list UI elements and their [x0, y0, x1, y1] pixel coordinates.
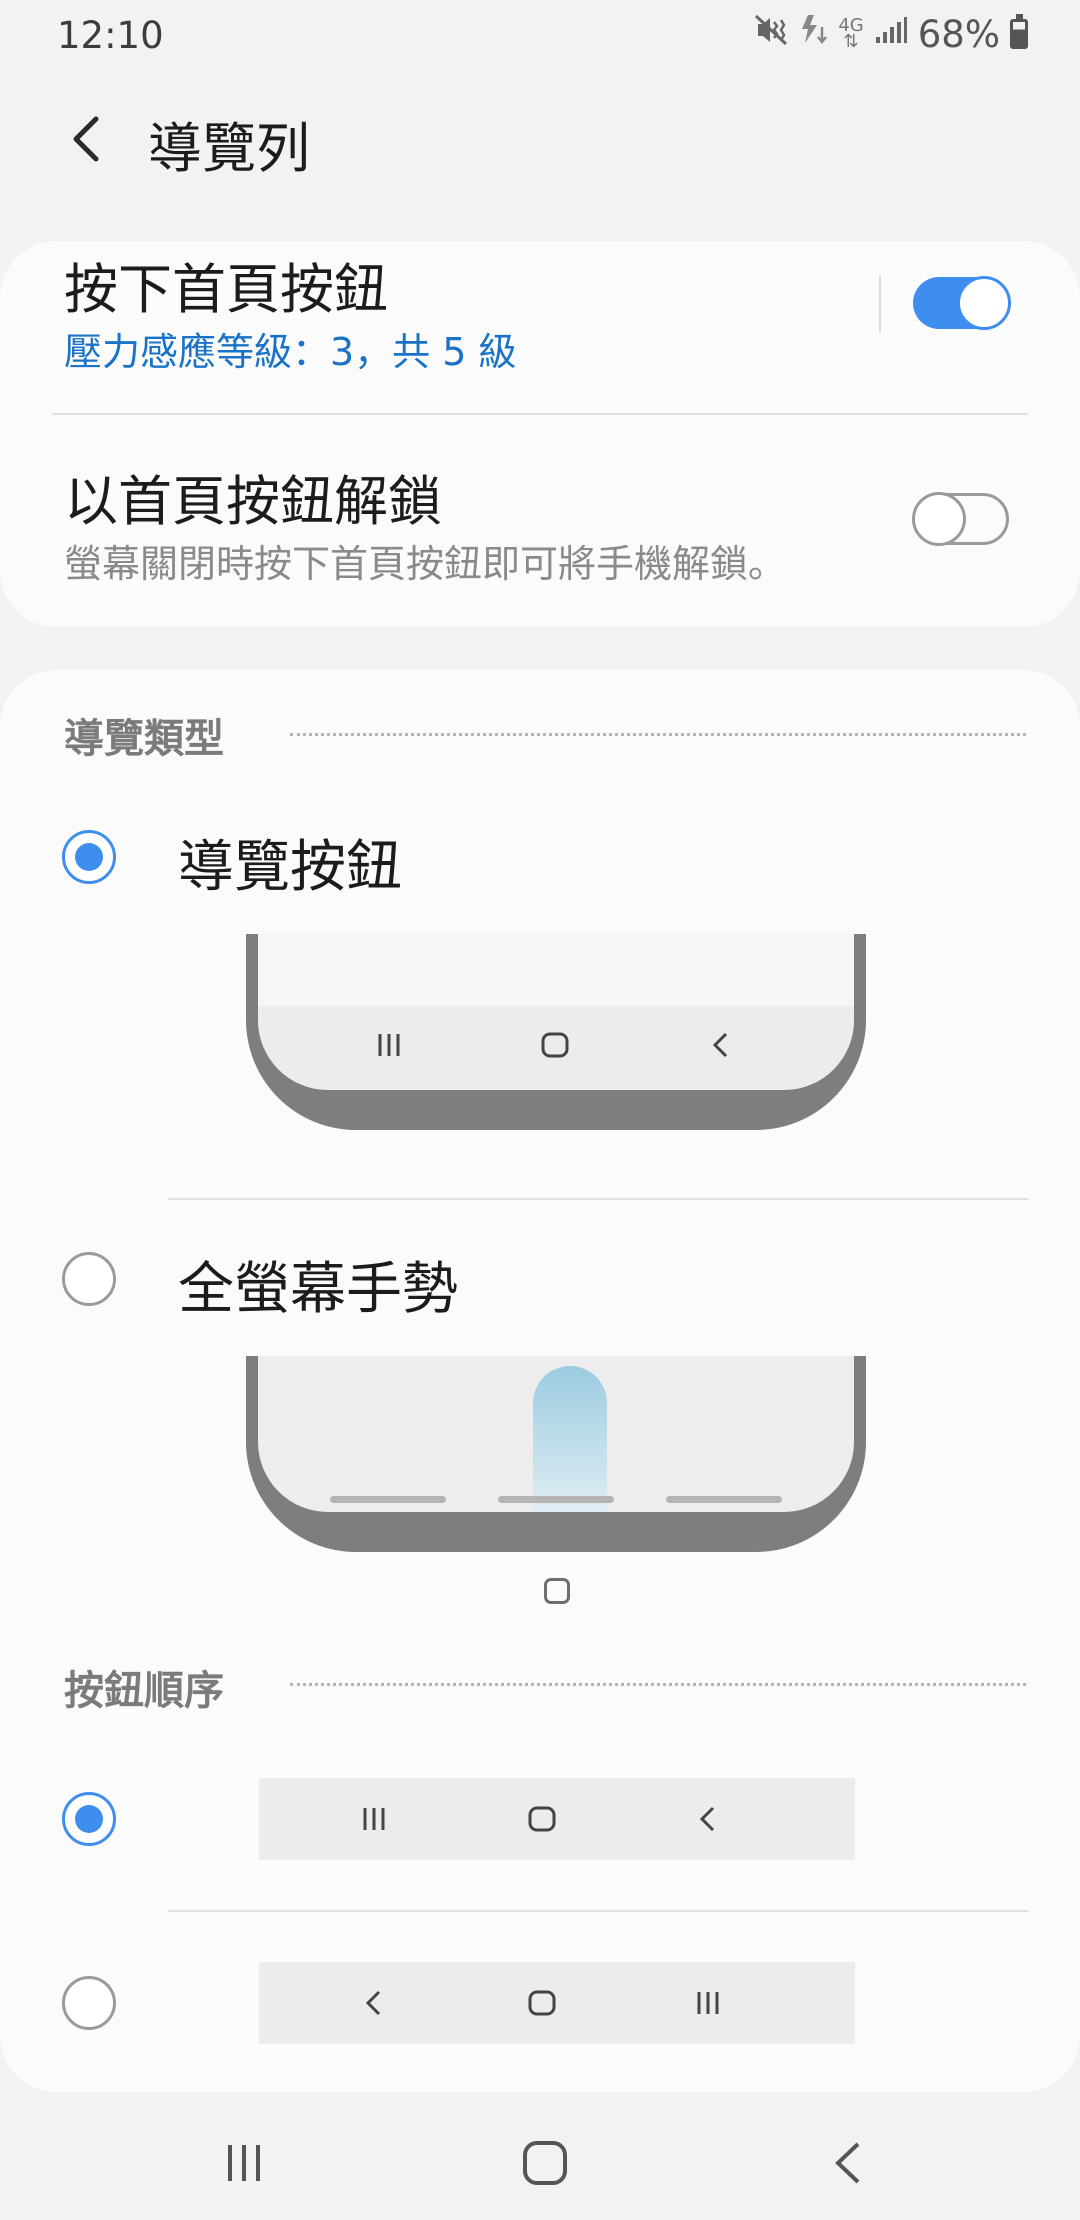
press-home-title: 按下首頁按鈕 [64, 258, 388, 321]
recents-icon [374, 1030, 404, 1060]
data-activity-icon [798, 13, 828, 55]
recents-icon [359, 1804, 389, 1834]
press-home-toggle[interactable] [913, 276, 1011, 330]
network-label: 4G [838, 15, 864, 36]
battery-icon [1010, 14, 1028, 49]
app-header: 導覽列 [0, 90, 1080, 190]
mute-vibrate-icon [754, 14, 788, 54]
gesture-bar-left [330, 1496, 446, 1503]
unlock-home-subtitle: 螢幕關閉時按下首頁按鈕即可將手機解鎖。 [64, 542, 787, 586]
phone-screen [258, 934, 854, 1090]
network-4g-icon: 4G ⇅ [838, 15, 864, 52]
home-icon [540, 1030, 570, 1060]
status-bar: 12:10 4G ⇅ 68% [0, 0, 1080, 72]
phone-screen [258, 1356, 854, 1512]
signal-icon [874, 15, 908, 53]
row-divider-vertical [879, 275, 881, 333]
home-icon [527, 1804, 557, 1834]
order-option-2-radio[interactable] [62, 1976, 116, 2030]
gesture-bar-right [666, 1496, 782, 1503]
nav-type-header: 導覽類型 [64, 716, 224, 762]
home-hint-icon [544, 1578, 570, 1604]
divider [168, 1198, 1028, 1200]
toggle-knob [912, 492, 966, 546]
gesture-bar-center [498, 1496, 614, 1503]
gestures-preview[interactable] [246, 1356, 866, 1552]
back-icon [359, 1988, 389, 2018]
back-button[interactable] [52, 106, 118, 172]
back-nav-button[interactable] [808, 2130, 888, 2196]
navigation-settings-card: 導覽類型 導覽按鈕 全螢幕手勢 [0, 670, 1080, 2092]
chevron-left-icon [73, 116, 99, 162]
preview-navbar [258, 1006, 854, 1090]
home-icon [527, 1988, 557, 2018]
order-option-1-radio[interactable] [62, 1792, 116, 1846]
gestures-radio[interactable] [62, 1252, 116, 1306]
back-icon [835, 2142, 860, 2184]
dotted-divider [290, 733, 1026, 736]
system-navigation-bar [0, 2106, 1080, 2220]
button-order-header: 按鈕順序 [64, 1668, 224, 1714]
toggle-knob [957, 276, 1011, 330]
home-button-settings-card: 按下首頁按鈕 壓力感應等級：3，共 5 級 以首頁按鈕解鎖 螢幕關閉時按下首頁按… [0, 241, 1080, 627]
order-option-2-preview[interactable] [259, 1962, 855, 2044]
back-icon [706, 1030, 736, 1060]
gesture-swipe-highlight [533, 1366, 607, 1512]
divider [52, 413, 1028, 415]
recents-button[interactable] [204, 2130, 284, 2196]
nav-buttons-label[interactable]: 導覽按鈕 [178, 822, 402, 903]
unlock-home-toggle[interactable] [912, 492, 1009, 546]
status-time: 12:10 [57, 14, 164, 57]
order-option-1-preview[interactable] [259, 1778, 855, 1860]
battery-percent: 68% [917, 12, 1000, 56]
dotted-divider [290, 1683, 1026, 1686]
recents-icon [228, 2145, 260, 2181]
gestures-label[interactable]: 全螢幕手勢 [178, 1244, 458, 1325]
unlock-home-title: 以首頁按鈕解鎖 [64, 470, 442, 533]
pressure-level-subtitle: 壓力感應等級：3，共 5 級 [64, 330, 517, 374]
page-title: 導覽列 [148, 117, 310, 180]
press-home-row[interactable]: 按下首頁按鈕 壓力感應等級：3，共 5 級 [0, 241, 1080, 409]
divider [168, 1910, 1028, 1912]
back-icon [693, 1804, 723, 1834]
recents-icon [693, 1988, 723, 2018]
home-button[interactable] [505, 2130, 585, 2196]
status-icons: 4G ⇅ 68% [754, 12, 1028, 56]
nav-buttons-preview[interactable] [246, 934, 866, 1130]
home-icon [523, 2141, 567, 2185]
nav-buttons-radio[interactable] [62, 830, 116, 884]
